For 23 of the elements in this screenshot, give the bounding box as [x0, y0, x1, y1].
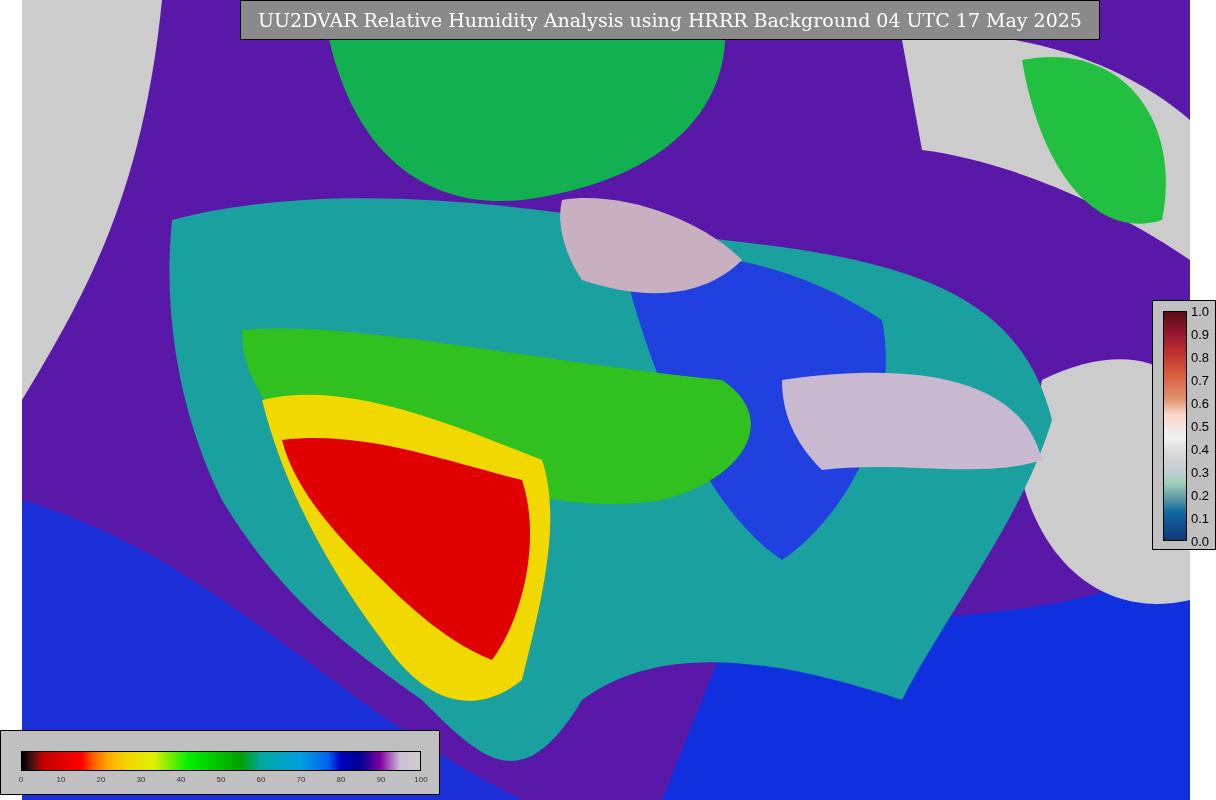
- tick-label: 70: [296, 776, 306, 784]
- tick-label: 0.8: [1191, 350, 1210, 364]
- tick-label: 1.0: [1191, 304, 1210, 318]
- tick-label: 0.6: [1191, 396, 1210, 410]
- tick-label: 80: [336, 776, 346, 784]
- tick-label: 0.0: [1191, 534, 1210, 548]
- title-banner: UU2DVAR Relative Humidity Analysis using HRRR Background 04 UTC 17 May 2025: [240, 0, 1100, 40]
- tick-label: 60: [256, 776, 266, 784]
- tick-label: 0: [18, 776, 24, 784]
- tick-label: 0.5: [1191, 419, 1210, 433]
- tick-label: 90: [376, 776, 386, 784]
- tick-label: 0.7: [1191, 373, 1210, 387]
- tick-label: 0.1: [1191, 511, 1210, 525]
- tick-label: 30: [136, 776, 146, 784]
- tick-label: 0.4: [1191, 442, 1210, 456]
- tick-label: 0.9: [1191, 327, 1210, 341]
- tick-label: 50: [216, 776, 226, 784]
- tick-label: 40: [176, 776, 186, 784]
- tick-label: 20: [96, 776, 106, 784]
- tick-label: 10: [56, 776, 66, 784]
- tick-label: 100: [414, 776, 428, 784]
- tick-label: 0.3: [1191, 465, 1210, 479]
- tick-label: 0.2: [1191, 488, 1210, 502]
